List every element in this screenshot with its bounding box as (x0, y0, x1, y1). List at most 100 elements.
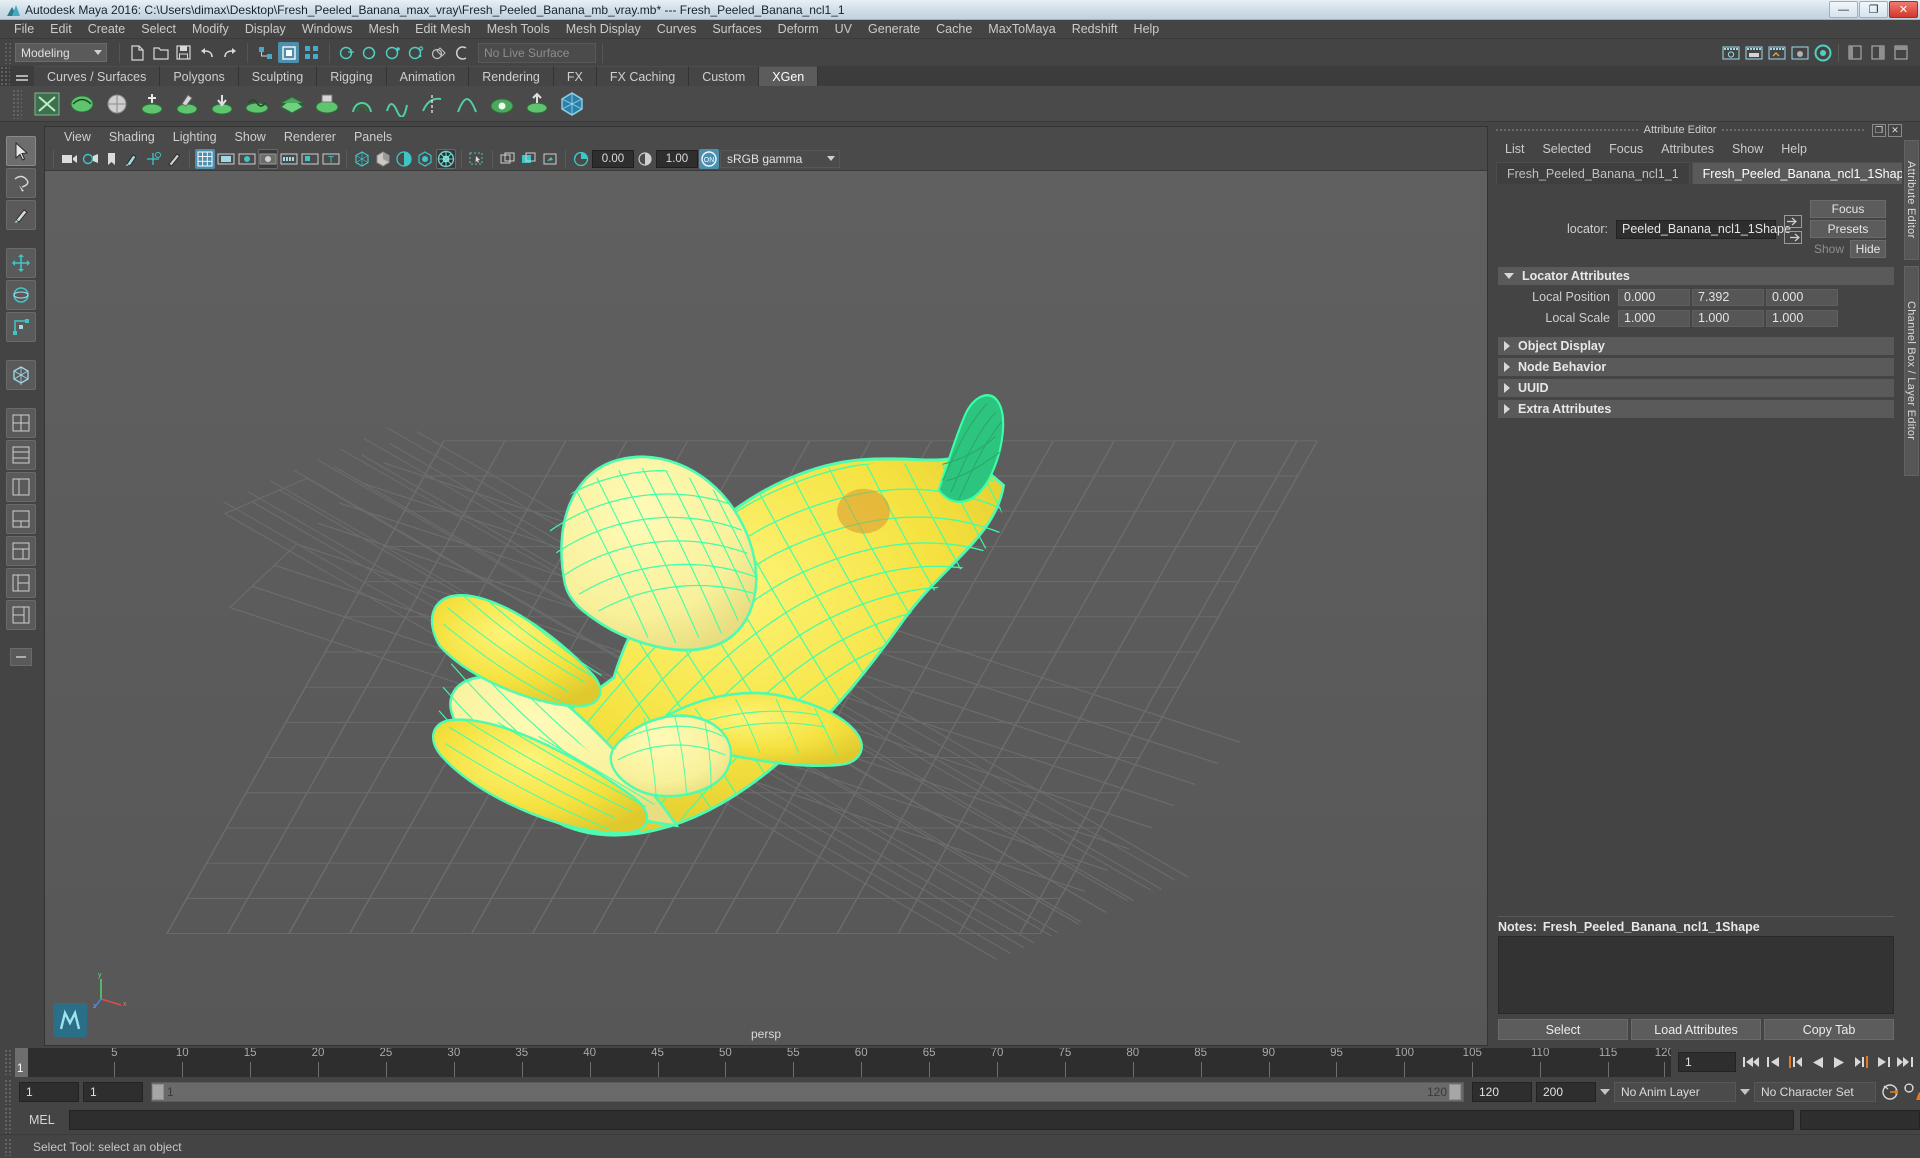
current-frame-field[interactable]: 1 (1678, 1052, 1736, 1072)
quick-layout-persp-uv[interactable] (6, 568, 36, 598)
shelf-icon-grip[interactable] (12, 88, 22, 119)
section-locator-attributes[interactable]: Locator Attributes (1498, 267, 1894, 285)
select-output-node-icon[interactable] (1784, 230, 1802, 244)
xgen-part-icon[interactable] (451, 88, 483, 120)
xray-joints-icon[interactable] (519, 149, 539, 169)
minimize-button[interactable]: — (1829, 1, 1858, 18)
last-tool-used[interactable] (6, 360, 36, 390)
show-editor-icon[interactable] (1844, 42, 1865, 63)
hypershade-icon[interactable] (1789, 42, 1810, 63)
playback-end-field[interactable]: 120 (1472, 1082, 1532, 1102)
select-input-node-icon[interactable] (1784, 214, 1802, 228)
new-scene-icon[interactable] (127, 42, 148, 63)
shelf-tab-rendering[interactable]: Rendering (469, 66, 554, 86)
shelf-tab-sculpting[interactable]: Sculpting (238, 66, 318, 86)
snap-view-plane-icon[interactable] (429, 42, 450, 63)
render-current-frame-icon[interactable] (1720, 42, 1741, 63)
shelf-tab-custom[interactable]: Custom (689, 66, 760, 86)
go-to-end-icon[interactable] (1896, 1053, 1914, 1071)
xgen-add-guides-icon[interactable] (136, 88, 168, 120)
color-management-selector[interactable]: sRGB gamma (720, 149, 840, 168)
snap-curve-icon[interactable] (360, 42, 381, 63)
section-uuid[interactable]: UUID (1498, 379, 1894, 397)
menu-create[interactable]: Create (80, 20, 134, 39)
ipr-render-icon[interactable] (1743, 42, 1764, 63)
smooth-shade-all-icon[interactable] (373, 149, 393, 169)
range-start-handle[interactable] (152, 1084, 164, 1100)
xgen-sphere-icon[interactable] (101, 88, 133, 120)
xgen-export-icon[interactable] (521, 88, 553, 120)
live-surface-field[interactable]: No Live Surface (478, 42, 596, 63)
go-to-start-icon[interactable] (1742, 1053, 1760, 1071)
menu-mesh-display[interactable]: Mesh Display (558, 20, 649, 39)
section-node-behavior[interactable]: Node Behavior (1498, 358, 1894, 376)
menu-deform[interactable]: Deform (770, 20, 827, 39)
status-line-grip[interactable] (4, 41, 12, 64)
quick-layout-four[interactable] (6, 440, 36, 470)
attr-local-position-x[interactable]: 0.000 (1618, 288, 1690, 306)
scale-tool[interactable] (6, 312, 36, 342)
select-by-hierarchy-icon[interactable] (255, 42, 276, 63)
paint-select-tool[interactable] (6, 200, 36, 230)
textured-icon[interactable] (415, 149, 435, 169)
maximize-button[interactable]: ❐ (1859, 1, 1888, 18)
exposure-value[interactable]: 0.00 (592, 149, 634, 168)
presets-button[interactable]: Presets (1810, 220, 1886, 238)
xray-icon[interactable] (498, 149, 518, 169)
select-by-object-icon[interactable] (278, 42, 299, 63)
rotate-tool[interactable] (6, 280, 36, 310)
command-language-label[interactable]: MEL (21, 1113, 63, 1127)
panel-close-button[interactable]: ✕ (1888, 123, 1903, 137)
select-camera-icon[interactable] (59, 149, 79, 169)
quick-layout-single[interactable] (6, 408, 36, 438)
ae-menu-attributes[interactable]: Attributes (1652, 142, 1723, 156)
chevron-down-icon[interactable] (1740, 1089, 1750, 1095)
snap-grid-icon[interactable] (337, 42, 358, 63)
render-view-icon[interactable] (1812, 42, 1833, 63)
animation-end-field[interactable]: 200 (1536, 1082, 1596, 1102)
grid-toggle-icon[interactable] (195, 148, 215, 169)
time-slider-grip[interactable] (4, 1049, 12, 1075)
ae-menu-help[interactable]: Help (1772, 142, 1816, 156)
camera-attributes-icon[interactable] (80, 149, 100, 169)
xgen-editor-icon[interactable] (31, 88, 63, 120)
xgen-density-icon[interactable] (206, 88, 238, 120)
isolate-select-icon[interactable] (467, 149, 487, 169)
play-backwards-icon[interactable] (1808, 1053, 1826, 1071)
auto-key-icon[interactable] (1880, 1083, 1898, 1101)
menu-windows[interactable]: Windows (294, 20, 361, 39)
attr-local-scale-x[interactable]: 1.000 (1618, 309, 1690, 327)
persp-viewport[interactable]: persp y x z (45, 171, 1487, 1045)
character-set-selector[interactable]: No Character Set (1754, 1082, 1876, 1102)
close-button[interactable]: ✕ (1889, 1, 1918, 18)
help-line-grip[interactable] (4, 1137, 12, 1156)
quick-layout-persp-outliner[interactable] (6, 472, 36, 502)
select-tool[interactable] (6, 136, 36, 166)
menu-modify[interactable]: Modify (184, 20, 237, 39)
color-management-toggle-icon[interactable]: ON (699, 148, 719, 169)
shelf-grip[interactable] (0, 66, 10, 86)
step-back-frame-icon[interactable] (1786, 1053, 1804, 1071)
grease-pencil-icon[interactable] (164, 149, 184, 169)
menu-redshift[interactable]: Redshift (1064, 20, 1126, 39)
ae-menu-show[interactable]: Show (1723, 142, 1772, 156)
menu-set-selector[interactable]: Modeling (15, 43, 107, 62)
redo-icon[interactable] (219, 42, 240, 63)
xgen-interactive-groom-icon[interactable] (556, 88, 588, 120)
save-scene-icon[interactable] (173, 42, 194, 63)
menu-mesh-tools[interactable]: Mesh Tools (479, 20, 558, 39)
focus-button[interactable]: Focus (1810, 200, 1886, 218)
gamma-icon[interactable] (635, 149, 655, 169)
snap-projected-center-icon[interactable] (406, 42, 427, 63)
show-label[interactable]: Show (1810, 240, 1848, 258)
vertical-tab-channel-box[interactable]: Channel Box / Layer Editor (1903, 266, 1919, 476)
menu-file[interactable]: File (6, 20, 42, 39)
viewport-menu-lighting[interactable]: Lighting (164, 130, 226, 144)
xgen-region-icon[interactable] (276, 88, 308, 120)
two-d-pan-zoom-icon[interactable] (143, 149, 163, 169)
attr-local-scale-y[interactable]: 1.000 (1692, 309, 1764, 327)
quick-layout-persp-graph[interactable] (6, 504, 36, 534)
toggle-attribute-editor-icon[interactable] (1867, 42, 1888, 63)
move-tool[interactable] (6, 248, 36, 278)
step-back-keyframe-icon[interactable] (1764, 1053, 1782, 1071)
